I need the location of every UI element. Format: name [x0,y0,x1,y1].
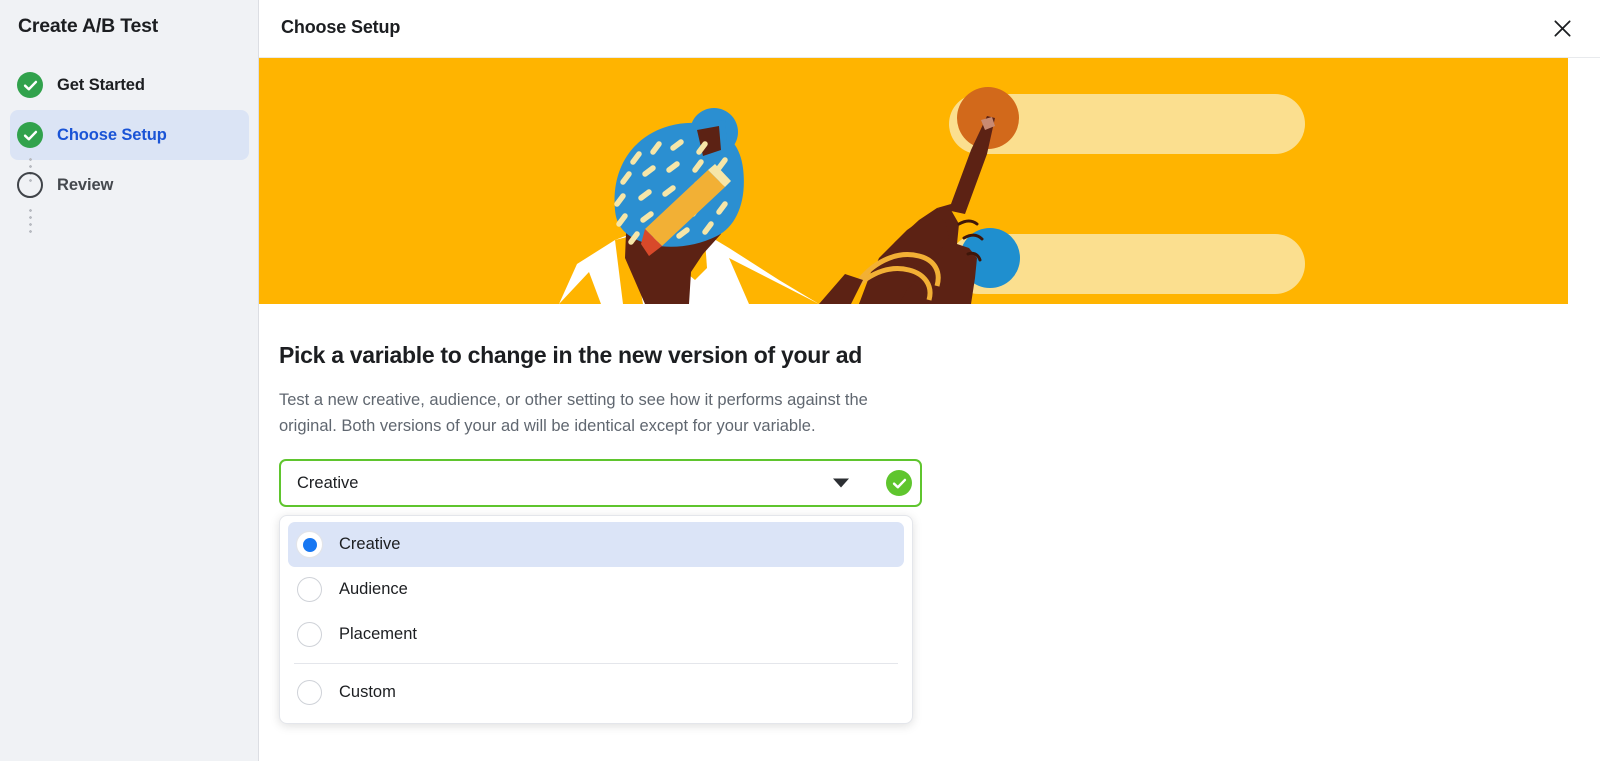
step-connector-2 [29,207,32,234]
dropdown-option-audience[interactable]: Audience [288,567,904,612]
empty-circle-icon [17,172,43,198]
dropdown-option-label: Custom [339,683,396,701]
dropdown-option-label: Placement [339,625,417,643]
sidebar-title: Create A/B Test [18,15,159,37]
sidebar-item-label: Choose Setup [57,125,167,144]
sidebar-item-get-started[interactable]: Get Started [10,60,249,110]
dropdown-option-label: Audience [339,580,408,598]
sidebar: Create A/B Test Get Started Choose Setup… [0,0,259,761]
sidebar-item-label: Review [57,175,114,194]
radio-icon[interactable] [297,532,322,557]
main-content: Pick a variable to change in the new ver… [259,304,1600,724]
dialog-header: Choose Setup [259,0,1600,58]
dropdown-option-creative[interactable]: Creative [288,522,904,567]
main-heading: Pick a variable to change in the new ver… [279,342,862,368]
variable-select[interactable]: Creative [279,459,922,507]
check-circle-icon [886,470,912,496]
ab-test-dialog: Create A/B Test Get Started Choose Setup… [0,0,1600,761]
radio-icon[interactable] [297,622,322,647]
sidebar-item-choose-setup[interactable]: Choose Setup [10,110,249,160]
main-description: Test a new creative, audience, or other … [279,391,868,435]
close-button[interactable] [1544,10,1580,46]
check-circle-icon [17,122,43,148]
dropdown-option-label: Creative [339,535,401,553]
banner-illustration [259,58,1568,304]
dropdown-divider [294,663,898,664]
radio-icon[interactable] [297,577,322,602]
close-icon [1553,19,1571,37]
variable-dropdown-menu: Creative Audience Placement Custom [279,515,913,724]
sidebar-item-label: Get Started [57,75,145,94]
page-title: Choose Setup [281,17,401,37]
sidebar-item-review[interactable]: Review [10,160,249,210]
dropdown-option-custom[interactable]: Custom [288,670,904,715]
radio-icon[interactable] [297,680,322,705]
chevron-down-icon[interactable] [833,478,849,488]
variable-select-value: Creative [297,473,359,492]
variable-select-row: Creative [279,459,922,507]
step-list: Get Started Choose Setup Review [0,60,259,234]
dropdown-option-placement[interactable]: Placement [288,612,904,657]
check-circle-icon [17,72,43,98]
